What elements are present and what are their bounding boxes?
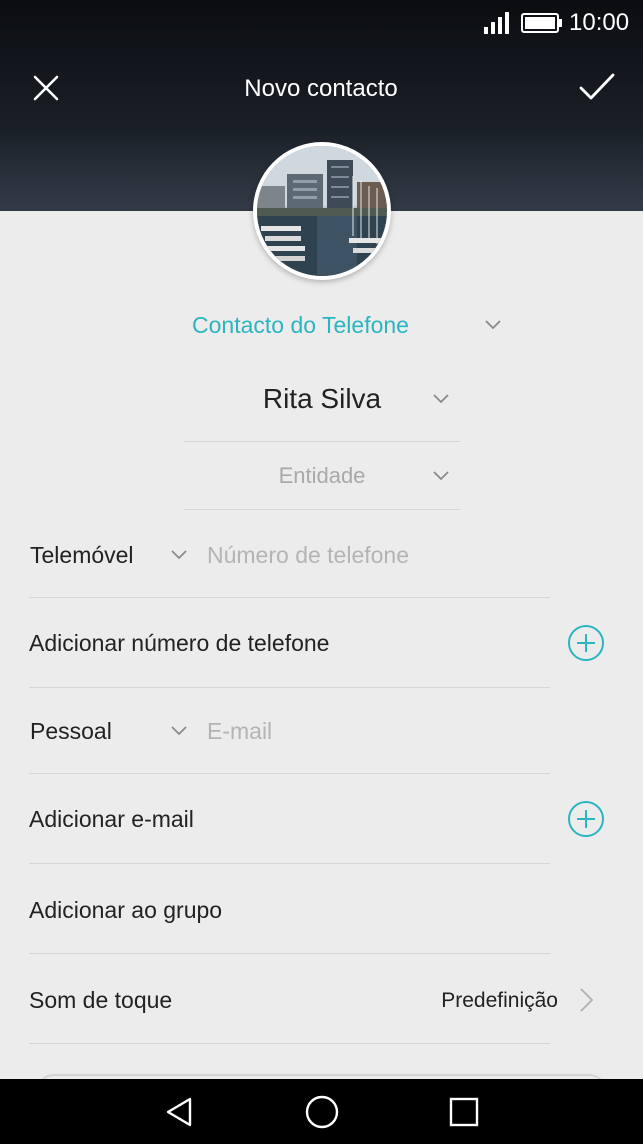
account-label: Contacto do Telefone	[192, 312, 409, 338]
close-button[interactable]	[22, 64, 70, 112]
ringtone-value: Predefinição	[441, 989, 558, 1012]
status-bar: 10:00	[0, 0, 643, 46]
ringtone-label: Som de toque	[29, 987, 173, 1013]
chevron-down-icon	[485, 320, 501, 330]
back-button[interactable]	[159, 1092, 199, 1132]
add-to-group-label: Adicionar ao grupo	[29, 897, 223, 923]
chevron-down-icon[interactable]	[170, 549, 188, 561]
add-phone-button[interactable]	[567, 624, 605, 662]
new-contact-screen: 10:00 Novo contacto Contacto do Telefone…	[0, 0, 643, 1144]
company-placeholder: Entidade	[278, 463, 366, 488]
phone-input[interactable]: Número de telefone	[207, 538, 409, 572]
contact-photo[interactable]	[253, 142, 391, 280]
add-to-group-row[interactable]: Adicionar ao grupo	[29, 891, 550, 929]
name-field[interactable]: Rita Silva	[184, 374, 460, 424]
close-icon	[33, 75, 59, 101]
divider	[29, 597, 550, 598]
company-field[interactable]: Entidade	[184, 454, 460, 498]
home-button[interactable]	[302, 1092, 342, 1132]
divider	[29, 953, 550, 954]
email-input[interactable]: E-mail	[207, 714, 272, 748]
home-icon	[305, 1095, 339, 1129]
chevron-down-icon[interactable]	[432, 470, 450, 482]
battery-icon	[521, 13, 562, 33]
divider	[184, 509, 460, 510]
add-email-row[interactable]: Adicionar e-mail	[29, 800, 550, 838]
divider	[29, 773, 550, 774]
recents-button[interactable]	[444, 1092, 484, 1132]
check-icon	[579, 73, 615, 100]
divider	[29, 1043, 550, 1044]
add-phone-label: Adicionar número de telefone	[29, 630, 330, 656]
divider	[29, 687, 550, 688]
add-email-label: Adicionar e-mail	[29, 806, 194, 832]
account-selector[interactable]: Contacto do Telefone	[170, 306, 510, 344]
signal-icon	[484, 12, 509, 34]
add-phone-row[interactable]: Adicionar número de telefone	[29, 624, 550, 662]
chevron-down-icon[interactable]	[432, 393, 450, 405]
contact-photo-image	[257, 146, 387, 276]
save-button[interactable]	[572, 62, 622, 112]
email-type-selector[interactable]: Pessoal	[30, 714, 112, 748]
page-title: Novo contacto	[244, 75, 398, 102]
add-email-button[interactable]	[567, 800, 605, 838]
divider	[29, 863, 550, 864]
email-row: Pessoal E-mail	[29, 713, 550, 749]
chevron-down-icon[interactable]	[170, 725, 188, 737]
navigation-bar	[0, 1079, 643, 1144]
recents-icon	[449, 1097, 479, 1127]
chevron-right-icon	[580, 988, 594, 1012]
phone-row: Telemóvel Número de telefone	[29, 537, 550, 573]
divider	[184, 441, 460, 442]
phone-type-selector[interactable]: Telemóvel	[30, 538, 134, 572]
status-time: 10:00	[569, 9, 630, 36]
name-value: Rita Silva	[262, 383, 382, 414]
back-icon	[166, 1097, 192, 1127]
